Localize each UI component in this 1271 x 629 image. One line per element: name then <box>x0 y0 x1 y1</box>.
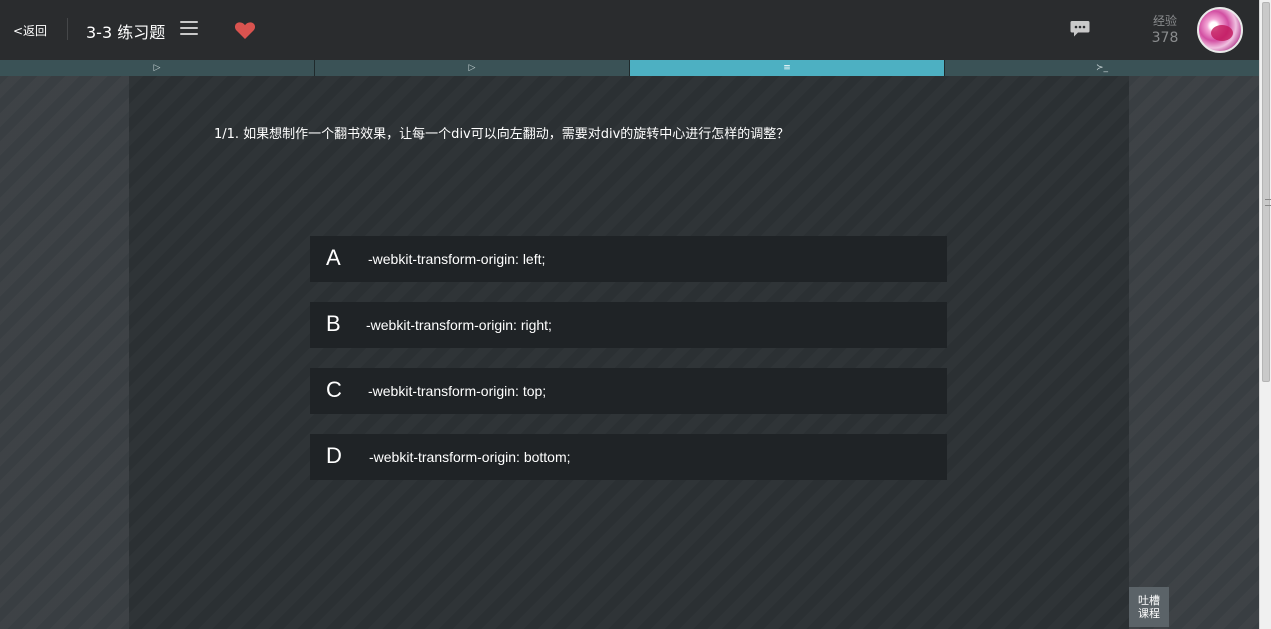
option-letter: B <box>326 311 341 336</box>
comment-icon[interactable] <box>1070 20 1090 38</box>
header-divider <box>67 18 68 40</box>
quiz-panel: 1/1. 如果想制作一个翻书效果，让每一个div可以向左翻动，需要对div的旋转… <box>129 76 1129 629</box>
feedback-button[interactable]: 吐槽 课程 <box>1129 587 1169 627</box>
list-icon: ≡ <box>783 63 791 73</box>
question-text: 1/1. 如果想制作一个翻书效果，让每一个div可以向左翻动，需要对div的旋转… <box>214 127 790 142</box>
menu-icon[interactable] <box>180 21 198 37</box>
page: <返回 3-3 练习题 经验 378 ▷ ▷ ≡ ≻_ 1/1. 如果想制作一个… <box>0 0 1271 629</box>
tab-exercise[interactable]: ≡ <box>630 60 945 76</box>
feedback-label-1: 吐槽 <box>1138 594 1160 607</box>
option-text: -webkit-transform-origin: right; <box>366 317 552 333</box>
section-tab-bar: ▷ ▷ ≡ ≻_ <box>0 60 1259 76</box>
tab-video-2[interactable]: ▷ <box>315 60 630 76</box>
option-letter: A <box>326 245 341 270</box>
option-b[interactable]: B -webkit-transform-origin: right; <box>310 302 947 348</box>
back-link[interactable]: <返回 <box>13 22 47 39</box>
option-text: -webkit-transform-origin: bottom; <box>369 449 571 465</box>
option-c[interactable]: C -webkit-transform-origin: top; <box>310 368 947 414</box>
option-a[interactable]: A -webkit-transform-origin: left; <box>310 236 947 282</box>
tab-video-1[interactable]: ▷ <box>0 60 315 76</box>
top-header: <返回 3-3 练习题 经验 378 <box>0 0 1271 60</box>
option-text: -webkit-transform-origin: top; <box>368 383 547 399</box>
option-letter: C <box>326 377 342 402</box>
option-text: -webkit-transform-origin: left; <box>368 251 546 267</box>
exp-label: 经验 <box>1152 14 1177 28</box>
avatar-image <box>1211 25 1233 41</box>
terminal-icon: ≻_ <box>1095 63 1109 73</box>
exp-value: 378 <box>1151 30 1179 46</box>
scrollbar-thumb[interactable] <box>1262 2 1271 382</box>
play-icon: ▷ <box>468 63 476 73</box>
avatar[interactable] <box>1197 7 1243 53</box>
lesson-title: 3-3 练习题 <box>86 23 166 42</box>
play-icon: ▷ <box>153 63 161 73</box>
tab-code[interactable]: ≻_ <box>945 60 1259 76</box>
feedback-label-2: 课程 <box>1138 607 1160 620</box>
vertical-scrollbar[interactable] <box>1259 0 1271 629</box>
option-letter: D <box>326 443 342 468</box>
grip-icon <box>1265 199 1271 206</box>
option-d[interactable]: D -webkit-transform-origin: bottom; <box>310 434 947 480</box>
heart-icon[interactable] <box>233 18 257 42</box>
experience-points: 经验 378 <box>1148 13 1182 47</box>
